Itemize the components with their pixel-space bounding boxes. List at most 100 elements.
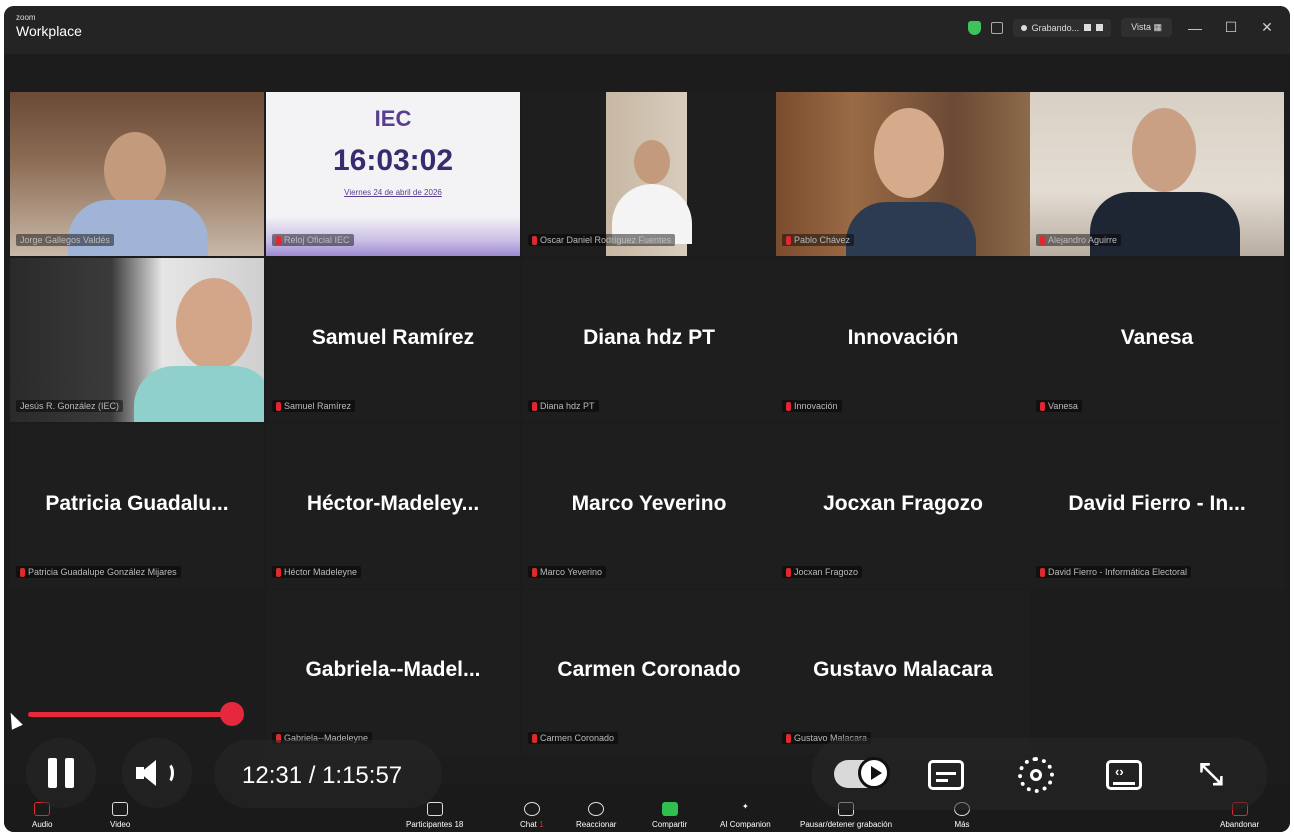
camera-icon <box>112 802 129 816</box>
participant-label: Jocxan Fragozo <box>782 566 863 578</box>
sparkle-icon: ✦ <box>741 802 749 811</box>
view-button[interactable]: Vista ▦ <box>1121 18 1172 37</box>
stop-recording-icon[interactable] <box>1096 24 1104 31</box>
mic-muted-icon <box>786 567 791 577</box>
participant-label: Vanesa <box>1036 400 1082 412</box>
video-tile[interactable]: David Fierro - In... David Fierro - Info… <box>1030 424 1284 588</box>
video-tile[interactable]: Marco Yeverino Marco Yeverino <box>522 424 776 588</box>
participant-label: Samuel Ramírez <box>272 400 356 412</box>
participant-label: Héctor Madeleyne <box>272 566 362 578</box>
pause-button[interactable] <box>26 738 96 808</box>
ai-companion-button[interactable]: ✦ AI Companion <box>720 802 771 829</box>
iec-clock-screen: IEC 16:03:02 Viernes 24 de abril de 2026 <box>266 92 520 256</box>
video-tile[interactable]: IEC 16:03:02 Viernes 24 de abril de 2026… <box>266 92 520 256</box>
share-button[interactable]: Compartir <box>652 802 687 829</box>
expand-icon[interactable] <box>990 21 1003 34</box>
video-tile[interactable]: Carmen Coronado Carmen Coronado <box>522 590 776 754</box>
participant-name: Héctor-Madeley... <box>306 492 480 515</box>
playback-time: 12:31 / 1:15:57 <box>242 762 403 789</box>
video-tile[interactable]: Jocxan Fragozo Jocxan Fragozo <box>776 424 1030 588</box>
player-controls-right: ‹› ⤡ <box>812 738 1267 810</box>
volume-icon-cone <box>140 760 156 786</box>
video-tile[interactable]: Jorge Gallegos Valdés <box>10 92 264 256</box>
play-icon <box>871 766 882 780</box>
participant-label: David Fierro - Informática Electoral <box>1036 566 1192 578</box>
participant-label: Pablo Chávez <box>782 234 855 246</box>
video-tile[interactable]: Vanesa Vanesa <box>1030 258 1284 422</box>
chat-icon <box>523 802 540 816</box>
participant-name: Samuel Ramírez <box>311 326 475 349</box>
participant-name: Carmen Coronado <box>557 658 741 681</box>
fullscreen-icon[interactable]: ⤡ <box>1194 758 1228 792</box>
miniplayer-icon[interactable]: ‹› <box>1106 760 1142 790</box>
video-tile[interactable]: Oscar Daniel Rodríguez Fuentes <box>522 92 776 256</box>
participant-name: Gustavo Malacara <box>813 658 993 681</box>
mic-muted-icon <box>276 401 281 411</box>
video-tile[interactable]: Samuel Ramírez Samuel Ramírez <box>266 258 520 422</box>
pause-recording-icon[interactable] <box>1084 24 1092 31</box>
video-tile[interactable]: Gabriela--Madel... Gabriela--Madeleyne <box>266 590 520 754</box>
video-tile[interactable]: Héctor-Madeley... Héctor Madeleyne <box>266 424 520 588</box>
video-tile[interactable]: Pablo Chávez <box>776 92 1030 256</box>
video-tile[interactable]: Gustavo Malacara Gustavo Malacara <box>776 590 1030 754</box>
recording-dot-icon <box>1020 24 1027 31</box>
share-icon <box>661 802 678 816</box>
participant-label: Reloj Oficial IEC <box>272 234 354 246</box>
participant-label: Jesús R. González (IEC) <box>16 400 124 412</box>
iec-logo: IEC <box>374 106 412 131</box>
video-tile[interactable]: Alejandro Aguirre <box>1030 92 1284 256</box>
mic-muted-icon <box>786 401 791 411</box>
brand-name: Workplace <box>16 23 82 39</box>
participant-label: Carmen Coronado <box>528 732 619 744</box>
time-display: 12:31 / 1:15:57 <box>214 740 442 808</box>
mic-muted-icon <box>1040 567 1045 577</box>
participant-video <box>10 258 264 422</box>
mic-muted-icon <box>20 567 25 577</box>
progress-bar[interactable] <box>28 712 232 717</box>
recording-indicator[interactable]: Grabando... <box>1012 18 1112 37</box>
video-button[interactable]: Video <box>110 802 130 829</box>
settings-gear-icon[interactable] <box>1018 757 1054 793</box>
participant-name: Jocxan Fragozo <box>823 492 983 515</box>
title-controls: Grabando... Vista ▦ — ☐ ✕ <box>967 18 1280 37</box>
video-tile[interactable]: Innovación Innovación <box>776 258 1030 422</box>
chat-badge: 1 <box>539 820 544 829</box>
encryption-shield-icon[interactable] <box>967 20 981 35</box>
volume-button[interactable] <box>122 738 192 808</box>
subtitles-icon[interactable] <box>928 760 964 790</box>
mic-muted-icon <box>532 733 537 743</box>
title-bar: zoom Workplace Grabando... Vista ▦ — ☐ ✕ <box>4 6 1290 54</box>
brand-small: zoom <box>16 13 36 22</box>
participant-video <box>1030 92 1284 256</box>
mic-muted-icon <box>532 401 537 411</box>
participant-name: Patricia Guadalu... <box>45 492 229 515</box>
participant-video <box>522 92 776 256</box>
close-button[interactable]: ✕ <box>1254 19 1280 36</box>
pause-icon <box>48 758 57 788</box>
mic-muted-icon <box>276 567 281 577</box>
participant-label: Marco Yeverino <box>528 566 607 578</box>
participant-video <box>776 92 1030 256</box>
autoplay-toggle[interactable] <box>834 757 890 789</box>
participant-name: Diana hdz PT <box>583 326 715 349</box>
video-tile[interactable]: Patricia Guadalu... Patricia Guadalupe G… <box>10 424 264 588</box>
mic-muted-icon <box>786 235 791 245</box>
react-button[interactable]: Reaccionar <box>576 802 616 829</box>
app-brand: zoom Workplace <box>16 13 82 39</box>
participant-label: Patricia Guadalupe González Mijares <box>16 566 181 578</box>
recording-label: Grabando... <box>1031 22 1080 33</box>
participant-name: Vanesa <box>1120 326 1194 349</box>
participant-name: Innovación <box>847 326 959 349</box>
progress-scrubber[interactable] <box>220 702 244 726</box>
participant-label: Alejandro Aguirre <box>1036 234 1122 246</box>
maximize-button[interactable]: ☐ <box>1218 19 1244 36</box>
mic-muted-icon <box>532 235 537 245</box>
participant-name: Marco Yeverino <box>571 492 727 515</box>
participant-name: Gabriela--Madel... <box>305 658 481 681</box>
video-tile[interactable]: Diana hdz PT Diana hdz PT <box>522 258 776 422</box>
video-tile[interactable]: Jesús R. González (IEC) <box>10 258 264 422</box>
mic-muted-icon <box>1040 235 1045 245</box>
minimize-button[interactable]: — <box>1182 20 1208 36</box>
participant-label: Diana hdz PT <box>528 400 599 412</box>
chat-button[interactable]: Chat 1 <box>520 802 544 829</box>
